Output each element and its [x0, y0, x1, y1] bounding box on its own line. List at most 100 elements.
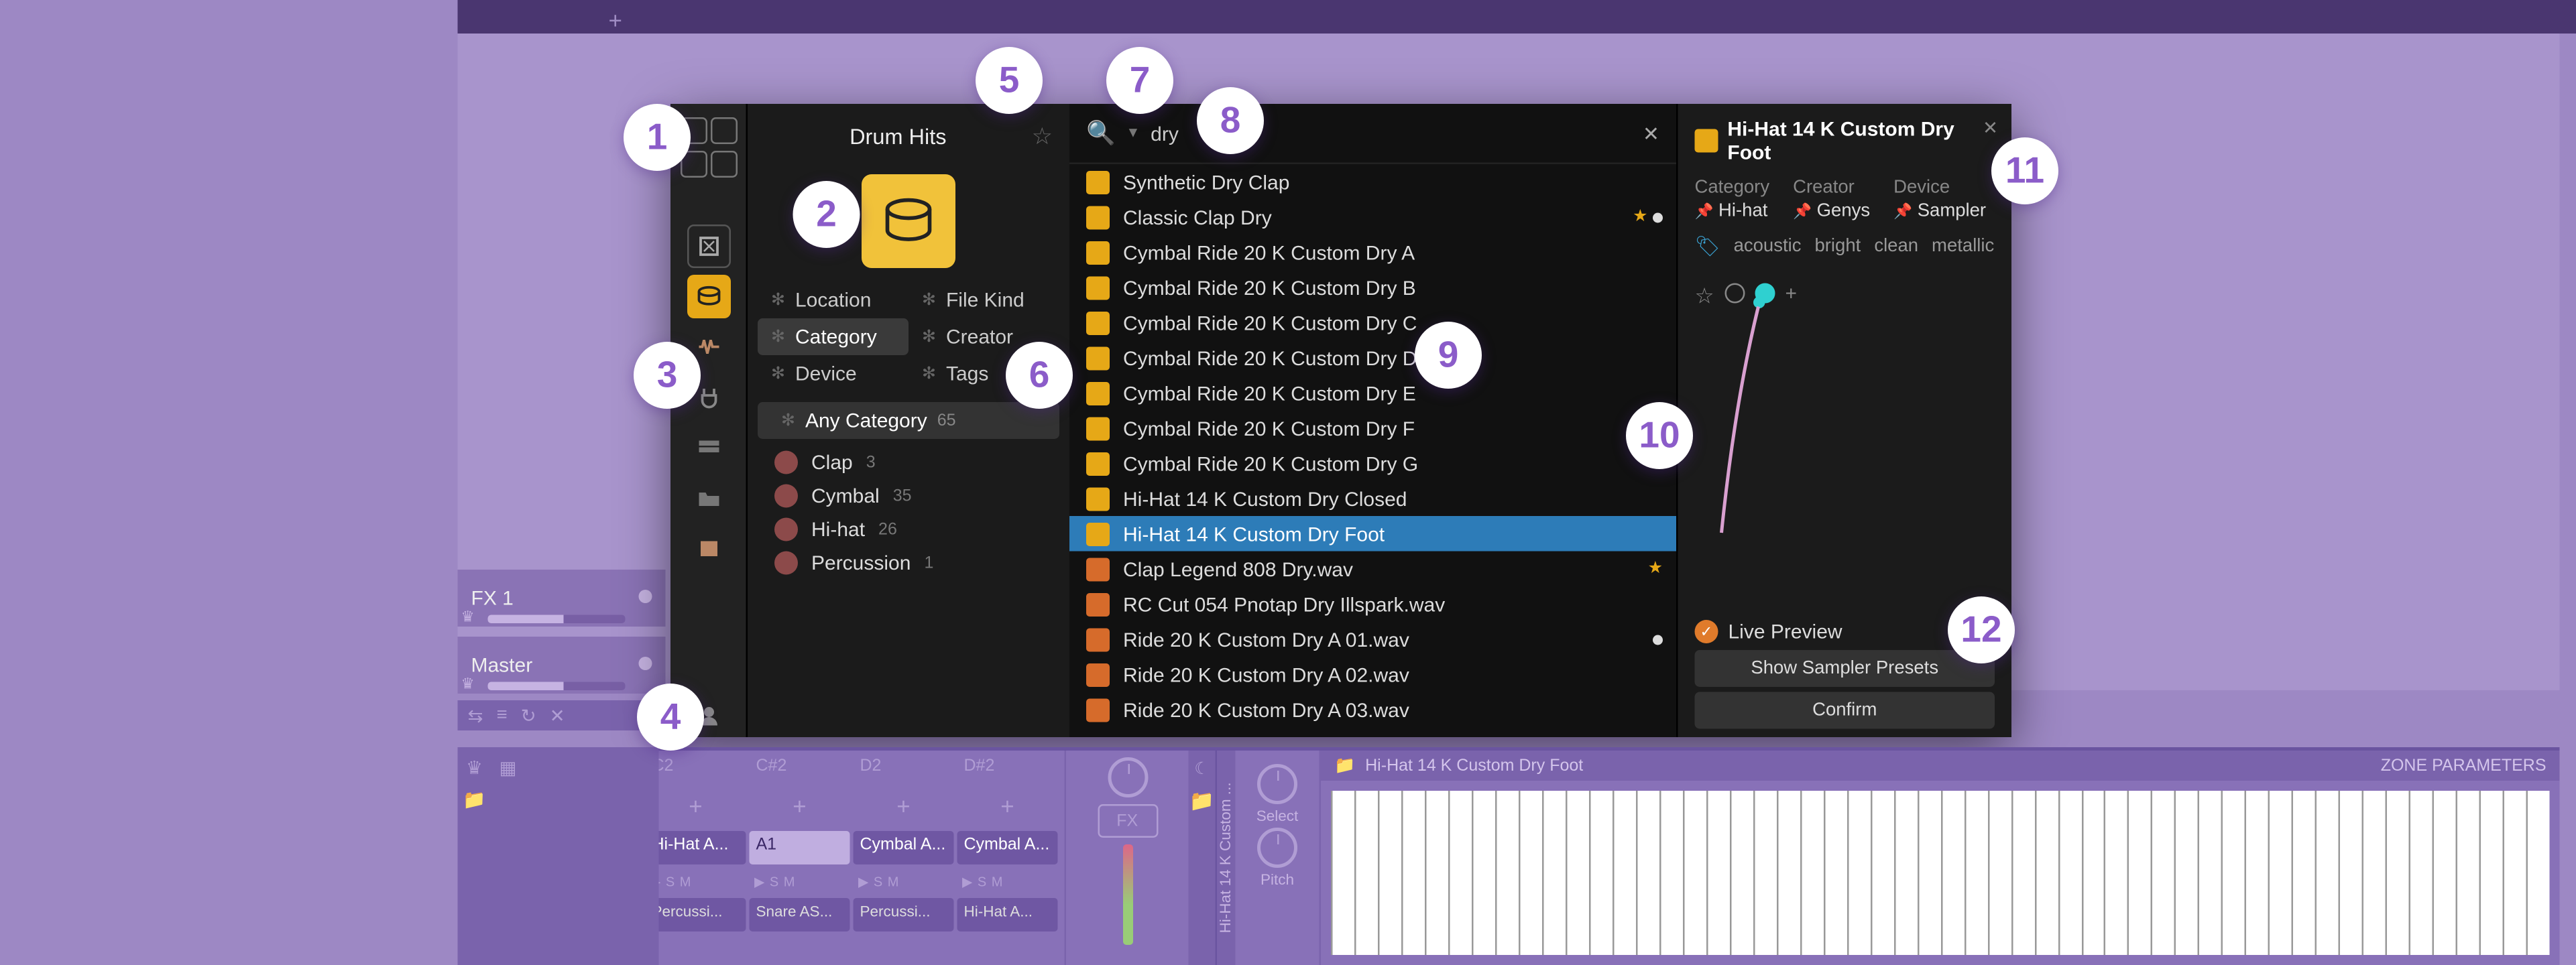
tool-icon[interactable]: ↻ [521, 704, 536, 726]
result-row[interactable]: Cymbal Ride 20 K Custom Dry F [1069, 411, 1676, 446]
track-master[interactable]: Master ♛ [458, 637, 666, 694]
result-row[interactable]: RC Cut 054 Pnotap Dry Illspark.wav [1069, 586, 1676, 622]
result-row[interactable]: Cymbal Ride 20 K Custom Dry C [1069, 305, 1676, 340]
pad-cell-selected[interactable]: A1 [750, 831, 850, 864]
crown-icon[interactable]: ♛ [466, 757, 483, 779]
pad-instrument[interactable]: Hi-Hat A... [957, 898, 1058, 931]
result-row[interactable]: Classic Clap Dry★ [1069, 200, 1676, 235]
mute-button[interactable]: M [992, 874, 1003, 889]
callout-9: 9 [1415, 322, 1482, 389]
result-row[interactable]: Synthetic Dry Clap [1069, 164, 1676, 200]
search-icon[interactable]: 🔍 [1086, 119, 1116, 148]
result-row[interactable]: Cymbal Ride 20 K Custom Dry D [1069, 340, 1676, 376]
clear-search-button[interactable]: ✕ [1643, 121, 1659, 145]
add-color-button[interactable]: + [1785, 281, 1798, 305]
solo-button[interactable]: S [874, 874, 882, 889]
favorite-icon[interactable]: ☆ [1032, 121, 1053, 150]
tab-bar: + [458, 0, 2576, 34]
result-row[interactable]: Cymbal Ride 20 K Custom Dry G [1069, 446, 1676, 481]
folder-icon[interactable]: 📁 [1189, 789, 1214, 813]
result-icon [1086, 241, 1110, 264]
result-row[interactable]: Cymbal Ride 20 K Custom Dry A [1069, 235, 1676, 270]
meta-value[interactable]: 📌Sampler [1893, 201, 1986, 221]
meta-value[interactable]: 📌Hi-hat [1695, 201, 1770, 221]
star-icon[interactable]: ☆ [1695, 283, 1715, 304]
star-icon: ★ [1633, 208, 1647, 227]
category-row[interactable]: Hi-hat26 [758, 513, 1059, 546]
sample-strip[interactable]: Hi-Hat 14 K Custom ... [1216, 751, 1236, 965]
sidebar-tab-folder[interactable] [687, 476, 730, 519]
add-tab-button[interactable]: + [609, 7, 622, 34]
dot-icon [1653, 634, 1663, 644]
mute-button[interactable]: M [680, 874, 691, 889]
play-icon[interactable]: ▶ [858, 874, 868, 889]
color-dot[interactable] [1725, 283, 1745, 304]
solo-button[interactable]: S [978, 874, 986, 889]
pad-cell[interactable]: Cymbal A... [957, 831, 1058, 864]
pad-column: D2 + Cymbal A... ▶SM Percussi... [854, 757, 954, 958]
mute-button[interactable]: M [784, 874, 795, 889]
view-toggle[interactable] [680, 151, 737, 178]
solo-button[interactable]: S [770, 874, 778, 889]
moon-icon[interactable]: ☾ [1194, 761, 1209, 779]
tool-icon[interactable]: ⇆ [468, 704, 483, 726]
keyboard-icon[interactable]: ▦ [499, 757, 516, 779]
filter-device[interactable]: ✻Device [758, 355, 909, 392]
result-row[interactable]: Ride 20 K Custom Dry A 03.wav [1069, 692, 1676, 728]
pad-add-button[interactable]: + [646, 784, 746, 828]
solo-button[interactable]: S [666, 874, 675, 889]
show-presets-button[interactable]: Show Sampler Presets [1695, 650, 1995, 687]
result-row[interactable]: Cymbal Ride 20 K Custom Dry B [1069, 270, 1676, 306]
result-row[interactable]: Hi-Hat 14 K Custom Dry Closed [1069, 481, 1676, 517]
meta-value[interactable]: 📌Genys [1793, 201, 1870, 221]
category-row[interactable]: Cymbal35 [758, 479, 1059, 513]
confirm-button[interactable]: Confirm [1695, 692, 1995, 729]
close-icon[interactable]: ✕ [550, 704, 565, 726]
pin-icon: 📌 [1893, 202, 1912, 220]
sidebar-tab-packages[interactable] [687, 526, 730, 570]
sidebar-tab-files[interactable] [687, 426, 730, 469]
any-category-row[interactable]: ✻ Any Category 65 [758, 402, 1059, 439]
keyboard-zone[interactable] [1331, 791, 2550, 955]
sidebar-tab-sources[interactable] [687, 224, 730, 268]
result-row[interactable]: Ride 20 K Custom Dry A 01.wav [1069, 622, 1676, 657]
mute-button[interactable]: M [888, 874, 899, 889]
pad-instrument[interactable]: Percussi... [854, 898, 954, 931]
tag[interactable]: clean [1874, 237, 1918, 257]
folder-icon[interactable]: 📁 [463, 789, 485, 812]
track-fx1[interactable]: FX 1 ♛ [458, 570, 666, 627]
results-panel: 🔍 ▾ ✕ Synthetic Dry ClapClassic Clap Dry… [1069, 104, 1676, 737]
result-row[interactable]: Ride 20 K Custom Dry A 02.wav [1069, 657, 1676, 692]
close-detail-button[interactable]: ✕ [1983, 117, 1998, 139]
filter-filekind[interactable]: ✻File Kind [909, 281, 1059, 318]
result-row[interactable]: Cymbal Ride 20 K Custom Dry E [1069, 375, 1676, 411]
tool-icon[interactable]: ≡ [497, 706, 508, 726]
select-knob[interactable] [1257, 764, 1297, 804]
pad-add-button[interactable]: + [957, 784, 1058, 828]
knob-label: Select [1256, 808, 1299, 824]
category-row[interactable]: Percussion1 [758, 546, 1059, 580]
result-row[interactable]: Hi-Hat 14 K Custom Dry Foot [1069, 516, 1676, 552]
live-preview-toggle[interactable]: ✓ Live Preview [1695, 620, 1842, 643]
pad-add-button[interactable]: + [750, 784, 850, 828]
pad-add-button[interactable]: + [854, 784, 954, 828]
pad-cell[interactable]: Hi-Hat A... [646, 831, 746, 864]
pad-instrument[interactable]: Snare AS... [750, 898, 850, 931]
tag[interactable]: metallic [1932, 237, 1994, 257]
pad-cell[interactable]: Cymbal A... [854, 831, 954, 864]
play-icon[interactable]: ▶ [962, 874, 972, 889]
play-icon[interactable]: ▶ [754, 874, 764, 889]
result-row[interactable]: Clap Legend 808 Dry.wav★ [1069, 552, 1676, 587]
category-row[interactable]: Clap3 [758, 446, 1059, 479]
tag[interactable]: acoustic [1734, 237, 1802, 257]
results-list[interactable]: Synthetic Dry ClapClassic Clap Dry★Cymba… [1069, 164, 1676, 737]
filter-category[interactable]: ✻Category [758, 318, 909, 355]
pad-instrument[interactable]: Percussi... [646, 898, 746, 931]
tag[interactable]: bright [1814, 237, 1861, 257]
pitch-knob[interactable] [1257, 828, 1297, 868]
sidebar-tab-drums[interactable] [687, 275, 730, 318]
fx-slot[interactable]: FX [1097, 804, 1157, 838]
gain-knob[interactable] [1107, 757, 1147, 797]
filter-location[interactable]: ✻Location [758, 281, 909, 318]
result-icon [1086, 346, 1110, 369]
